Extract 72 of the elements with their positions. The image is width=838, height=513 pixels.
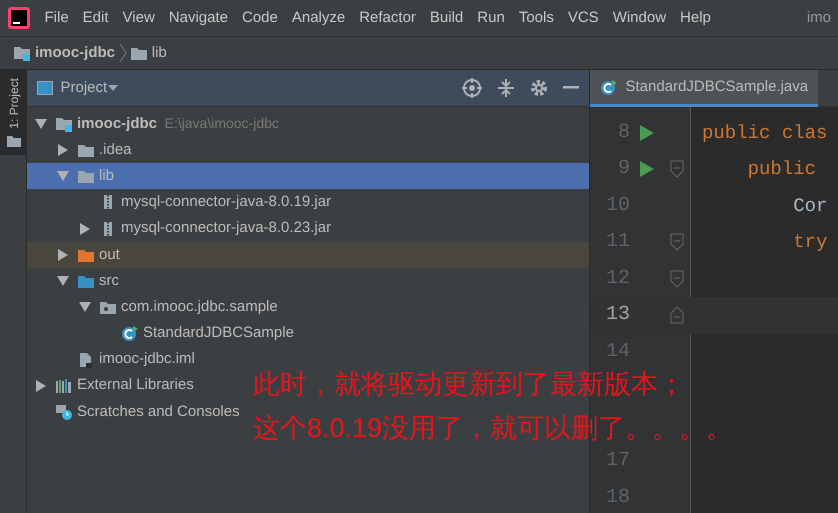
expanded-arrow-icon <box>79 301 91 314</box>
package-icon <box>99 299 117 316</box>
menu-item[interactable]: Edit <box>76 6 116 30</box>
app-logo-icon <box>8 7 30 29</box>
editor-tab[interactable]: StandardJDBCSample.java <box>590 70 818 107</box>
tree-item[interactable]: out <box>27 242 589 268</box>
collapsed-arrow-icon <box>57 144 69 156</box>
tree-item[interactable]: External Libraries <box>27 372 200 399</box>
expanded-arrow-icon <box>35 118 47 130</box>
module-icon <box>13 45 31 61</box>
fold-icon <box>670 233 684 252</box>
code-line: Cor <box>792 194 828 218</box>
code-line: public <box>746 157 816 182</box>
folder-icon <box>77 168 95 184</box>
tree-item[interactable]: .idea <box>27 136 138 164</box>
collapsed-arrow-icon <box>79 222 91 235</box>
locate-icon <box>462 78 482 98</box>
panel-icon <box>37 81 53 95</box>
menu-item[interactable]: VCS <box>560 6 606 30</box>
menu-item[interactable]: Window <box>606 6 674 30</box>
menu-item[interactable]: Analyze <box>284 6 352 30</box>
run-icon[interactable] <box>640 161 654 178</box>
breadcrumb-item[interactable]: imooc-jdbc <box>35 42 116 64</box>
code-line: try <box>792 230 828 255</box>
menu-item[interactable]: Code <box>234 6 285 30</box>
tree-item[interactable]: src <box>27 268 125 294</box>
scratches-icon <box>55 404 73 420</box>
code-line: public clas <box>701 120 828 146</box>
module-icon <box>55 116 73 132</box>
folder-icon <box>130 45 148 61</box>
tree-item[interactable]: imooc-jdbc E:\java\imooc-jdbc <box>27 110 285 137</box>
menu-item[interactable]: Help <box>673 6 718 30</box>
menu-item[interactable]: Refactor <box>352 6 423 30</box>
class-icon <box>600 79 618 95</box>
menu-item[interactable]: Build <box>422 6 470 30</box>
tree-item[interactable]: com.imooc.jdbc.sample <box>27 294 284 320</box>
tree-item[interactable]: mysql-connector-java-8.0.19.jar <box>27 189 338 216</box>
panel-title[interactable]: Project <box>60 76 108 100</box>
window-title: imo <box>806 8 832 28</box>
project-tool-tab[interactable]: 1: Project <box>0 70 27 155</box>
settings-icon <box>530 79 548 97</box>
menu-item[interactable]: View <box>116 6 162 30</box>
chevron-icon <box>118 43 127 63</box>
tree-item[interactable]: mysql-connector-java-8.0.23.jar <box>27 216 338 242</box>
folder-icon <box>77 142 95 158</box>
class-icon <box>121 325 139 342</box>
expanded-arrow-icon <box>57 170 69 182</box>
run-icon[interactable] <box>640 124 654 141</box>
fold-icon <box>670 306 684 324</box>
line-number: 13 <box>604 302 630 328</box>
menu-item[interactable]: Run <box>470 6 512 30</box>
fold-icon <box>670 160 684 178</box>
minimize-icon <box>563 86 579 90</box>
annotation-text: 此时，就将驱动更新到了最新版本； <box>253 368 686 401</box>
breadcrumb-item[interactable]: lib <box>152 42 167 64</box>
folder-icon <box>6 134 20 147</box>
tree-item[interactable]: imooc-jdbc.iml <box>27 346 201 373</box>
tree-item[interactable]: StandardJDBCSample <box>27 320 300 346</box>
annotation-text: 这个8.0.19没用了，就可以删了。。。。 <box>253 412 734 445</box>
file-icon <box>77 352 95 368</box>
collapsed-arrow-icon <box>57 248 69 261</box>
collapse-icon <box>497 78 515 98</box>
menu-item[interactable]: Tools <box>512 6 561 30</box>
dropdown-icon <box>107 84 120 92</box>
menu-item[interactable]: File <box>38 6 76 30</box>
libraries-icon <box>55 378 73 394</box>
collapsed-arrow-icon <box>35 380 47 392</box>
tree-item[interactable]: Scratches and Consoles <box>27 398 246 425</box>
expanded-arrow-icon <box>57 274 69 287</box>
menu-item[interactable]: Navigate <box>162 6 235 30</box>
project-path: E:\java\imooc-jdbc <box>164 114 279 134</box>
fold-icon <box>670 270 684 288</box>
